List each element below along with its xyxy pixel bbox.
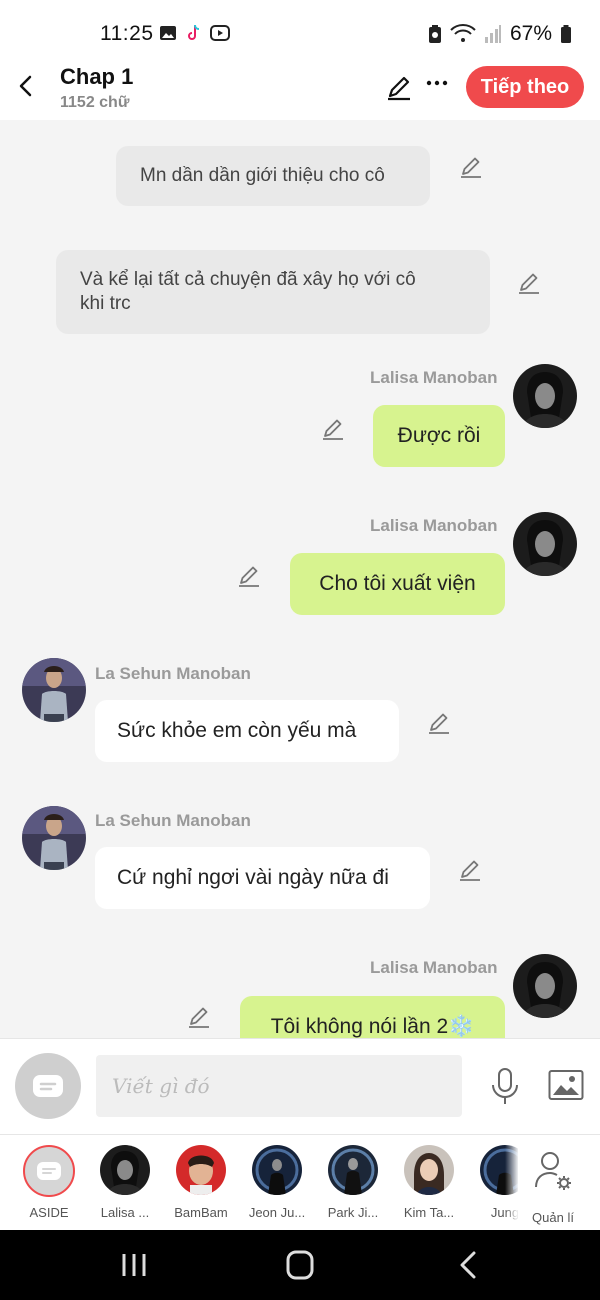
message-bubble[interactable]: Được rồi (373, 405, 505, 467)
chat-area[interactable]: Mn dần dần giới thiệu cho cô Và kể lại t… (0, 120, 600, 1038)
pencil-icon[interactable] (236, 563, 262, 589)
avatar-image (100, 1145, 150, 1195)
battery-percentage: 67% (509, 22, 552, 45)
gallery-notification-icon (160, 26, 176, 40)
character-avatar (252, 1145, 302, 1195)
avatar-lalisa[interactable] (513, 364, 577, 428)
avatar-image (513, 364, 577, 428)
character-kim[interactable]: Kim Ta... (394, 1145, 464, 1220)
battery-saver-icon (428, 25, 441, 43)
character-strip: ASIDE Lalisa ... BamBam Jeon Ju... Park … (0, 1134, 600, 1231)
message-text: Cứ nghỉ ngơi vài ngày nữa đi (117, 866, 389, 889)
avatar-sehun[interactable] (22, 806, 86, 870)
pencil-icon[interactable] (426, 710, 452, 736)
message-text: Cho tôi xuất viện (319, 572, 476, 595)
sender-name: Lalisa Manoban (370, 368, 498, 387)
character-label: Park Ji... (327, 1205, 379, 1220)
avatar-image (513, 512, 577, 576)
character-label: Jeon Ju... (248, 1205, 306, 1220)
edit-chapter-icon[interactable] (384, 72, 414, 102)
character-bambam[interactable]: BamBam (166, 1145, 236, 1220)
youtube-notification-icon (210, 25, 230, 41)
tiktok-notification-icon (188, 24, 200, 40)
message-text: Được rồi (397, 424, 481, 447)
character-label: Lalisa ... (100, 1205, 150, 1220)
message-bubble-icon (37, 1162, 61, 1180)
back-button[interactable] (10, 70, 42, 102)
avatar-lalisa[interactable] (513, 954, 577, 1018)
next-chapter-button[interactable]: Tiếp theo (466, 66, 584, 108)
character-avatar (100, 1145, 150, 1195)
message-text: Tôi không nói lần 2 (270, 1015, 449, 1038)
avatar-image (404, 1145, 454, 1195)
character-aside[interactable]: ASIDE (14, 1145, 84, 1220)
narration-line: khi trc (80, 293, 131, 314)
character-avatar (328, 1145, 378, 1195)
strip-fade (505, 1135, 519, 1231)
avatar-lalisa[interactable] (513, 512, 577, 576)
avatar-sehun[interactable] (22, 658, 86, 722)
narration-text: Mn dần dần giới thiệu cho cô (140, 165, 385, 186)
system-nav-bar (0, 1230, 600, 1300)
narration-bubble[interactable]: Mn dần dần giới thiệu cho cô (116, 146, 430, 206)
avatar-image (328, 1145, 378, 1195)
sender-name: Lalisa Manoban (370, 958, 498, 977)
character-avatar (176, 1145, 226, 1195)
avatar-image (252, 1145, 302, 1195)
nav-back-icon[interactable] (448, 1248, 488, 1282)
avatar-image (22, 658, 86, 722)
message-input[interactable] (96, 1055, 462, 1117)
message-bubble[interactable]: Cho tôi xuất viện (290, 553, 505, 615)
status-time: 11:25 (100, 22, 154, 45)
character-jeon[interactable]: Jeon Ju... (242, 1145, 312, 1220)
back-arrow-icon (19, 75, 32, 97)
message-input-bar (0, 1038, 600, 1134)
character-label: Kim Ta... (403, 1205, 455, 1220)
aside-toggle-button[interactable] (15, 1053, 81, 1119)
more-options-button[interactable] (424, 70, 450, 100)
aside-avatar (23, 1145, 75, 1197)
manage-label: Quản lí (532, 1210, 574, 1225)
pencil-icon[interactable] (458, 154, 484, 180)
chapter-title: Chap 1 (60, 64, 134, 89)
user-settings-icon (535, 1152, 571, 1190)
microphone-icon[interactable] (488, 1067, 522, 1107)
recent-apps-icon[interactable] (114, 1248, 154, 1282)
message-bubble-icon (33, 1075, 63, 1097)
pencil-icon[interactable] (320, 416, 346, 442)
manage-characters-button[interactable]: Quản lí (518, 1145, 588, 1225)
message-bubble[interactable]: Cứ nghỉ ngơi vài ngày nữa đi (95, 847, 430, 909)
status-bar: 11:25 67% (0, 0, 600, 56)
avatar-image (513, 954, 577, 1018)
sender-name: La Sehun Manoban (95, 664, 251, 683)
pencil-icon[interactable] (516, 270, 542, 296)
sender-name: Lalisa Manoban (370, 516, 498, 535)
image-icon[interactable] (548, 1069, 584, 1101)
avatar-image (22, 806, 86, 870)
chapter-header: Chap 1 1152 chữ Tiếp theo (0, 56, 600, 120)
snowflake-emoji: ❄️ (448, 1015, 475, 1038)
message-text: Sức khỏe em còn yếu mà (117, 719, 357, 742)
sender-name: La Sehun Manoban (95, 811, 251, 830)
home-icon[interactable] (280, 1248, 320, 1282)
pencil-icon[interactable] (186, 1004, 212, 1030)
character-lalisa[interactable]: Lalisa ... (90, 1145, 160, 1220)
narration-line: Và kể lại tất cả chuyện đã xây họ với cô (80, 269, 416, 290)
avatar-image (176, 1145, 226, 1195)
character-avatar (404, 1145, 454, 1195)
character-label: ASIDE (29, 1205, 69, 1220)
signal-icon (484, 25, 501, 43)
character-label: BamBam (174, 1205, 228, 1220)
word-count: 1152 chữ (60, 94, 130, 111)
wifi-icon (450, 24, 476, 42)
message-bubble[interactable]: Tôi không nói lần 2 ❄️ (240, 996, 505, 1038)
character-park[interactable]: Park Ji... (318, 1145, 388, 1220)
message-bubble[interactable]: Sức khỏe em còn yếu mà (95, 700, 399, 762)
pencil-icon[interactable] (457, 857, 483, 883)
battery-icon (561, 25, 571, 43)
more-dots-icon (426, 80, 448, 86)
narration-bubble[interactable]: Và kể lại tất cả chuyện đã xây họ với cô… (56, 250, 490, 334)
